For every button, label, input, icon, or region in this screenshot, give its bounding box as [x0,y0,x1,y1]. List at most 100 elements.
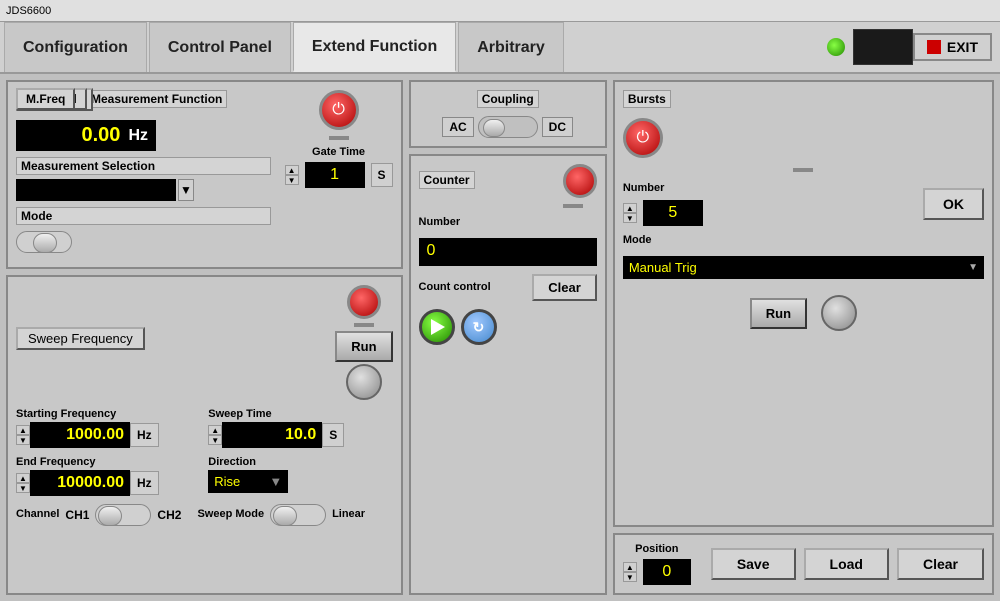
ch2-label: CH2 [157,508,181,522]
right-panel: Bursts ⏻ Number ▲ ▼ 5 [613,80,994,595]
bursts-run-row: Run [623,295,984,331]
starting-freq-unit: Hz [130,423,159,447]
gate-time-value: 1 [305,162,365,188]
starting-freq-label: Starting Frequency [16,408,200,420]
position-label: Position [635,543,678,555]
bursts-number-row: Number ▲ ▼ 5 OK [623,182,984,226]
center-panel: Coupling AC DC Counter Number 0 [409,80,607,595]
tab-extend-function[interactable]: Extend Function [293,22,456,72]
measure-power-indicator [329,136,349,140]
gate-time-unit: S [371,163,393,187]
position-down[interactable]: ▼ [623,572,637,582]
mode-toggle-thumb [33,233,57,253]
position-section: Position ▲ ▼ 0 Save Load Clear [613,533,994,595]
green-status-indicator [827,38,845,56]
counter-number-value: 0 [419,238,597,266]
bursts-label: Bursts [623,90,671,108]
tab-configuration[interactable]: Configuration [4,22,147,72]
direction-group: Direction Rise ▼ [208,456,392,496]
measurement-selection-label: Measurement Selection [16,157,271,175]
gate-time-up[interactable]: ▲ [285,165,299,175]
black-display-indicator [853,29,913,65]
position-up[interactable]: ▲ [623,562,637,572]
position-actions: Save Load Clear [711,548,984,580]
counter-power-button[interactable] [563,164,597,198]
sweep-mode-toggle[interactable] [270,504,326,526]
channel-toggle[interactable] [95,504,151,526]
bursts-mode-dropdown-arrow: ▼ [968,262,978,273]
coupling-dc-label: DC [542,117,573,137]
direction-label: Direction [208,456,392,468]
sweep-time-label: Sweep Time [208,408,392,420]
measure-power-button[interactable]: ⏻ [319,90,359,130]
counter-refresh-button[interactable]: ↻ [461,309,497,345]
sweep-grid: Starting Frequency ▲ ▼ 1000.00 Hz Sweep … [16,408,393,496]
end-freq-up[interactable]: ▲ [16,473,30,483]
coupling-label: Coupling [477,90,539,108]
direction-dropdown-arrow: ▼ [269,474,282,489]
starting-freq-up[interactable]: ▲ [16,425,30,435]
left-panel: Measure Measurement Function 0.00 Hz Mea… [6,80,403,595]
refresh-icon: ↻ [473,319,485,336]
bursts-number-label: Number [623,182,917,194]
measurement-selection-dropdown[interactable]: ▼ [178,179,194,201]
sweep-knob[interactable] [346,364,382,400]
m-freq-button[interactable]: M.Freq [16,88,75,110]
sweep-time-group: Sweep Time ▲ ▼ 10.0 S [208,408,392,448]
sweep-time-up[interactable]: ▲ [208,425,222,435]
bursts-ok-button[interactable]: OK [923,188,984,220]
end-freq-down[interactable]: ▼ [16,483,30,493]
measurement-function-label: Measurement Function [86,90,227,108]
sweep-time-down[interactable]: ▼ [208,435,222,445]
coupling-ac-label: AC [442,117,473,137]
bursts-number-down[interactable]: ▼ [623,213,637,223]
sweep-time-unit: S [322,423,344,447]
exit-button[interactable]: EXIT [913,33,992,61]
channel-row: Channel CH1 CH2 Sweep Mode Linear [16,504,393,526]
position-save-button[interactable]: Save [711,548,796,580]
gate-time-down[interactable]: ▼ [285,175,299,185]
bursts-mode-label: Mode [623,234,652,246]
coupling-slider[interactable] [478,116,538,138]
bursts-run-knob[interactable] [821,295,857,331]
coupling-thumb [483,119,505,137]
sweep-mode-label: Sweep Mode [197,508,264,520]
position-group: Position ▲ ▼ 0 [623,543,691,585]
bursts-mode-display[interactable]: Manual Trig ▼ [623,256,984,279]
ch1-label: CH1 [65,508,89,522]
end-freq-value: 10000.00 [30,470,130,496]
bursts-number-up[interactable]: ▲ [623,203,637,213]
sweep-mode-value: Linear [332,508,365,520]
sweep-time-value: 10.0 [222,422,322,448]
end-freq-unit: Hz [130,471,159,495]
counter-section: Counter Number 0 Count control Clear [409,154,607,595]
counter-number-label: Number [419,216,597,228]
count-control-label: Count control [419,281,491,293]
exit-red-icon [927,40,941,54]
end-freq-group: End Frequency ▲ ▼ 10000.00 Hz [16,456,200,496]
sweep-run-button[interactable]: Run [335,331,392,362]
tab-arbitrary[interactable]: Arbitrary [458,22,564,72]
bursts-power-button[interactable]: ⏻ [623,118,663,158]
sweep-power-button[interactable] [347,285,381,319]
bursts-number-value: 5 [643,200,703,226]
sweep-power-indicator [354,323,374,327]
tab-control-panel[interactable]: Control Panel [149,22,291,72]
counter-play-button[interactable] [419,309,455,345]
starting-freq-down[interactable]: ▼ [16,435,30,445]
count-control-row: Count control Clear [419,274,597,301]
mode-toggle[interactable] [16,231,72,253]
counter-clear-button[interactable]: Clear [532,274,597,301]
starting-freq-value: 1000.00 [30,422,130,448]
sweep-mode-toggle-thumb [273,506,297,526]
title-bar-text: JDS6600 [6,5,51,17]
sweep-section: Sweep Frequency Run Starting Frequency ▲… [6,275,403,595]
position-clear-button[interactable]: Clear [897,548,984,580]
gate-time-label: Gate Time [312,146,365,158]
sweep-frequency-button[interactable]: Sweep Frequency [16,327,145,350]
position-load-button[interactable]: Load [804,548,889,580]
counter-label: Counter [419,171,475,189]
measurement-selection-display [16,179,176,201]
bursts-run-button[interactable]: Run [750,298,807,329]
bursts-power-row: ⏻ [623,118,984,158]
